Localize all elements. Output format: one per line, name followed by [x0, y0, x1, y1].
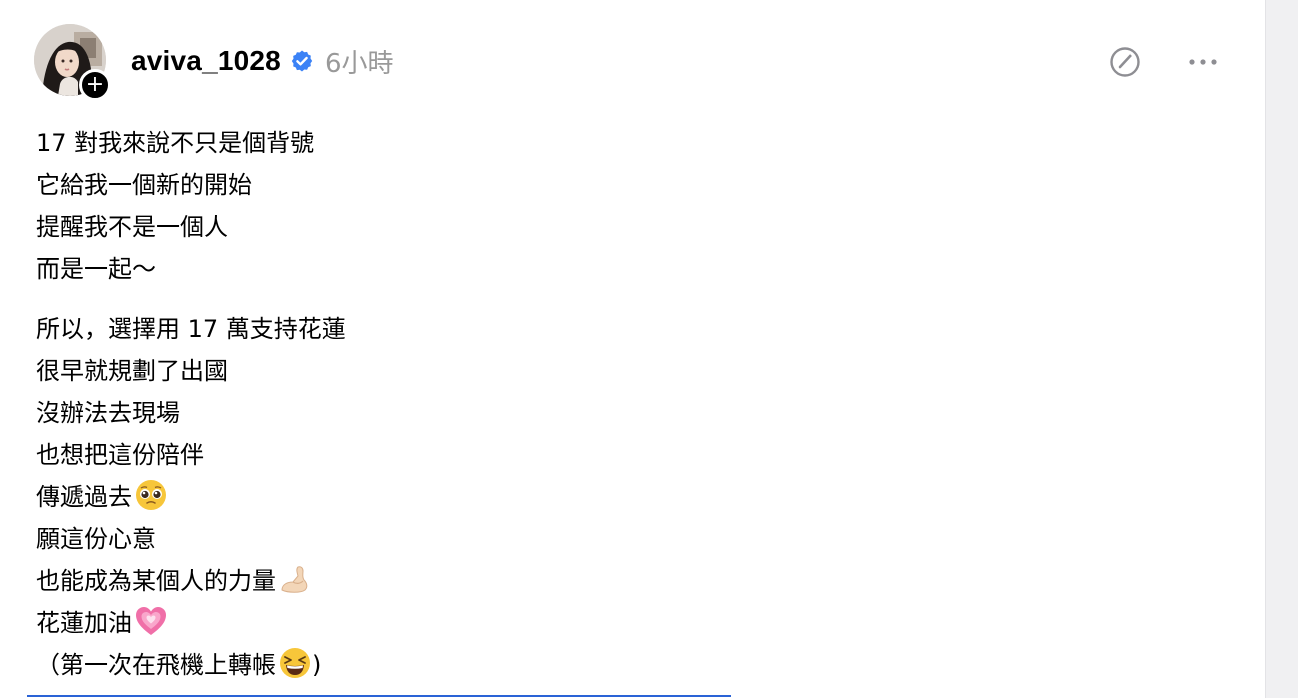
text-line: 所以，選擇用 17 萬支持花蓮 [36, 315, 346, 343]
post-text: 17 對我來說不只是個背號 它給我一個新的開始 提醒我不是一個人 而是一起～ 所… [36, 122, 936, 686]
follow-plus-icon: + [85, 72, 105, 97]
text-line: 傳遞過去 [36, 476, 936, 518]
text-line-content: 傳遞過去 [36, 483, 132, 511]
flexed-biceps-emoji-icon [278, 562, 312, 596]
pleading-face-emoji-icon [134, 478, 168, 512]
text-line: 沒辦法去現場 [36, 399, 180, 427]
post-header: aviva_1028 6小時 [131, 40, 393, 82]
text-line: 它給我一個新的開始 [36, 171, 252, 199]
post-card: + aviva_1028 6小時 17 對我來說不只是個背號 它給我一個新的開始… [0, 0, 1266, 698]
text-line-content: 也能成為某個人的力量 [36, 567, 276, 595]
text-line-closing: ) [312, 651, 322, 679]
follow-button[interactable]: + [79, 69, 111, 101]
author-avatar-container[interactable]: + [34, 24, 111, 101]
post-actions [1105, 42, 1223, 82]
paragraph-1: 17 對我來說不只是個背號 它給我一個新的開始 提醒我不是一個人 而是一起～ [36, 122, 936, 290]
text-line: 願這份心意 [36, 525, 156, 553]
text-line-content: （第一次在飛機上轉帳 [36, 651, 276, 679]
text-line-content: 花蓮加油 [36, 609, 132, 637]
text-line: 很早就規劃了出國 [36, 357, 228, 385]
text-line: 而是一起～ [36, 255, 156, 283]
edit-button[interactable] [1105, 42, 1145, 82]
text-line: 提醒我不是一個人 [36, 213, 228, 241]
paragraph-2: 所以，選擇用 17 萬支持花蓮 很早就規劃了出國 沒辦法去現場 也想把這份陪伴 … [36, 308, 936, 686]
focus-indicator [27, 695, 731, 697]
verified-badge-icon [290, 49, 314, 73]
author-username[interactable]: aviva_1028 [131, 45, 281, 77]
grinning-squinting-face-emoji-icon [278, 646, 312, 680]
text-line: 花蓮加油 [36, 602, 936, 644]
text-line: 也能成為某個人的力量 [36, 560, 936, 602]
text-line: （第一次在飛機上轉帳 ) [36, 644, 936, 686]
more-button[interactable] [1183, 42, 1223, 82]
growing-heart-emoji-icon [134, 604, 168, 638]
text-line: 17 對我來說不只是個背號 [36, 129, 315, 157]
text-line: 也想把這份陪伴 [36, 441, 204, 469]
ellipsis-icon [1189, 59, 1217, 65]
pencil-circle-icon [1110, 47, 1140, 77]
post-time: 6小時 [324, 48, 394, 79]
